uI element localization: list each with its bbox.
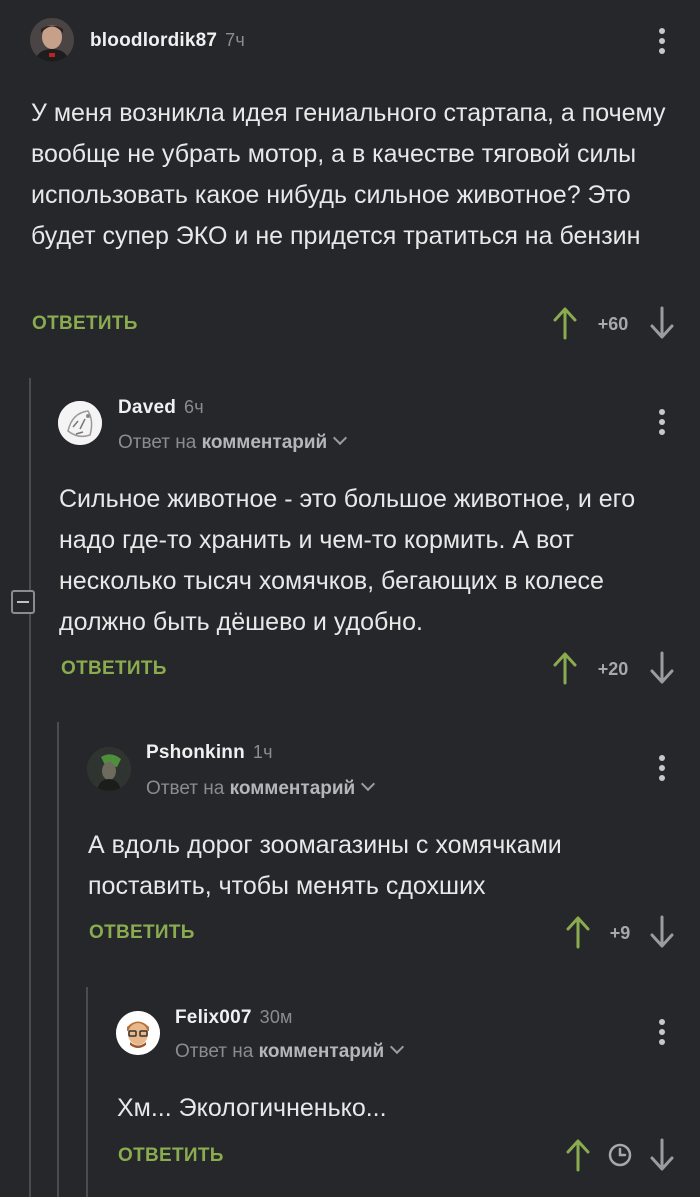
rating-score: +9 — [609, 923, 631, 943]
upvote-icon[interactable] — [566, 915, 590, 949]
comment-text: Хм... Экологичненько... — [117, 1094, 387, 1122]
comment-text: У меня возникла идея гениального стартап… — [31, 99, 666, 250]
comment-text: Сильное животное - это большое животное,… — [59, 485, 636, 636]
downvote-icon[interactable] — [650, 306, 674, 340]
comment-time: 7ч — [225, 30, 245, 50]
comment-time: 30м — [259, 1007, 293, 1027]
username[interactable]: Pshonkinn 1ч — [146, 742, 273, 764]
clock-icon — [608, 1143, 632, 1167]
downvote-icon[interactable] — [650, 1138, 674, 1172]
reply-button[interactable]: ОТВЕТИТЬ — [61, 658, 167, 680]
reply-to-link[interactable]: Ответ на комментарий — [175, 1039, 405, 1063]
comment: Pshonkinn 1ч Ответ на комментарий А вдоль… — [0, 725, 700, 975]
comment: Felix007 30м Ответ на комментарий Хм... Э… — [0, 990, 700, 1197]
comment-text: А вдоль дорог зоомагазины с хомячками по… — [88, 831, 562, 900]
chevron-down-icon — [390, 1039, 405, 1055]
username[interactable]: bloodlordik87 7ч — [90, 30, 245, 52]
upvote-icon[interactable] — [553, 306, 577, 340]
comment: bloodlordik87 7ч У меня возникла идея ген… — [0, 0, 700, 360]
chevron-down-icon — [361, 776, 376, 792]
comment-time: 1ч — [252, 742, 273, 762]
reply-to-link[interactable]: Ответ на комментарий — [146, 776, 376, 800]
reply-button[interactable]: ОТВЕТИТЬ — [32, 313, 138, 335]
avatar[interactable] — [58, 401, 102, 445]
avatar[interactable] — [30, 18, 74, 62]
avatar[interactable] — [87, 747, 131, 791]
downvote-icon[interactable] — [650, 915, 674, 949]
more-options-icon[interactable] — [658, 1019, 666, 1049]
username[interactable]: Felix007 30м — [175, 1007, 293, 1029]
rating-score: +60 — [597, 314, 629, 334]
upvote-icon[interactable] — [566, 1138, 590, 1172]
more-options-icon[interactable] — [658, 28, 666, 58]
comment-time: 6ч — [184, 397, 204, 417]
reply-to-link[interactable]: Ответ на комментарий — [118, 430, 348, 454]
chevron-down-icon — [333, 430, 348, 446]
rating-score: +20 — [597, 659, 629, 679]
upvote-icon[interactable] — [553, 651, 577, 685]
username[interactable]: Daved 6ч — [118, 397, 204, 419]
reply-button[interactable]: ОТВЕТИТЬ — [89, 922, 195, 944]
comment: Daved 6ч Ответ на комментарий Сильное жив… — [0, 380, 700, 710]
downvote-icon[interactable] — [650, 651, 674, 685]
more-options-icon[interactable] — [658, 409, 666, 439]
avatar[interactable] — [116, 1011, 160, 1055]
reply-button[interactable]: ОТВЕТИТЬ — [118, 1145, 224, 1167]
more-options-icon[interactable] — [658, 755, 666, 785]
